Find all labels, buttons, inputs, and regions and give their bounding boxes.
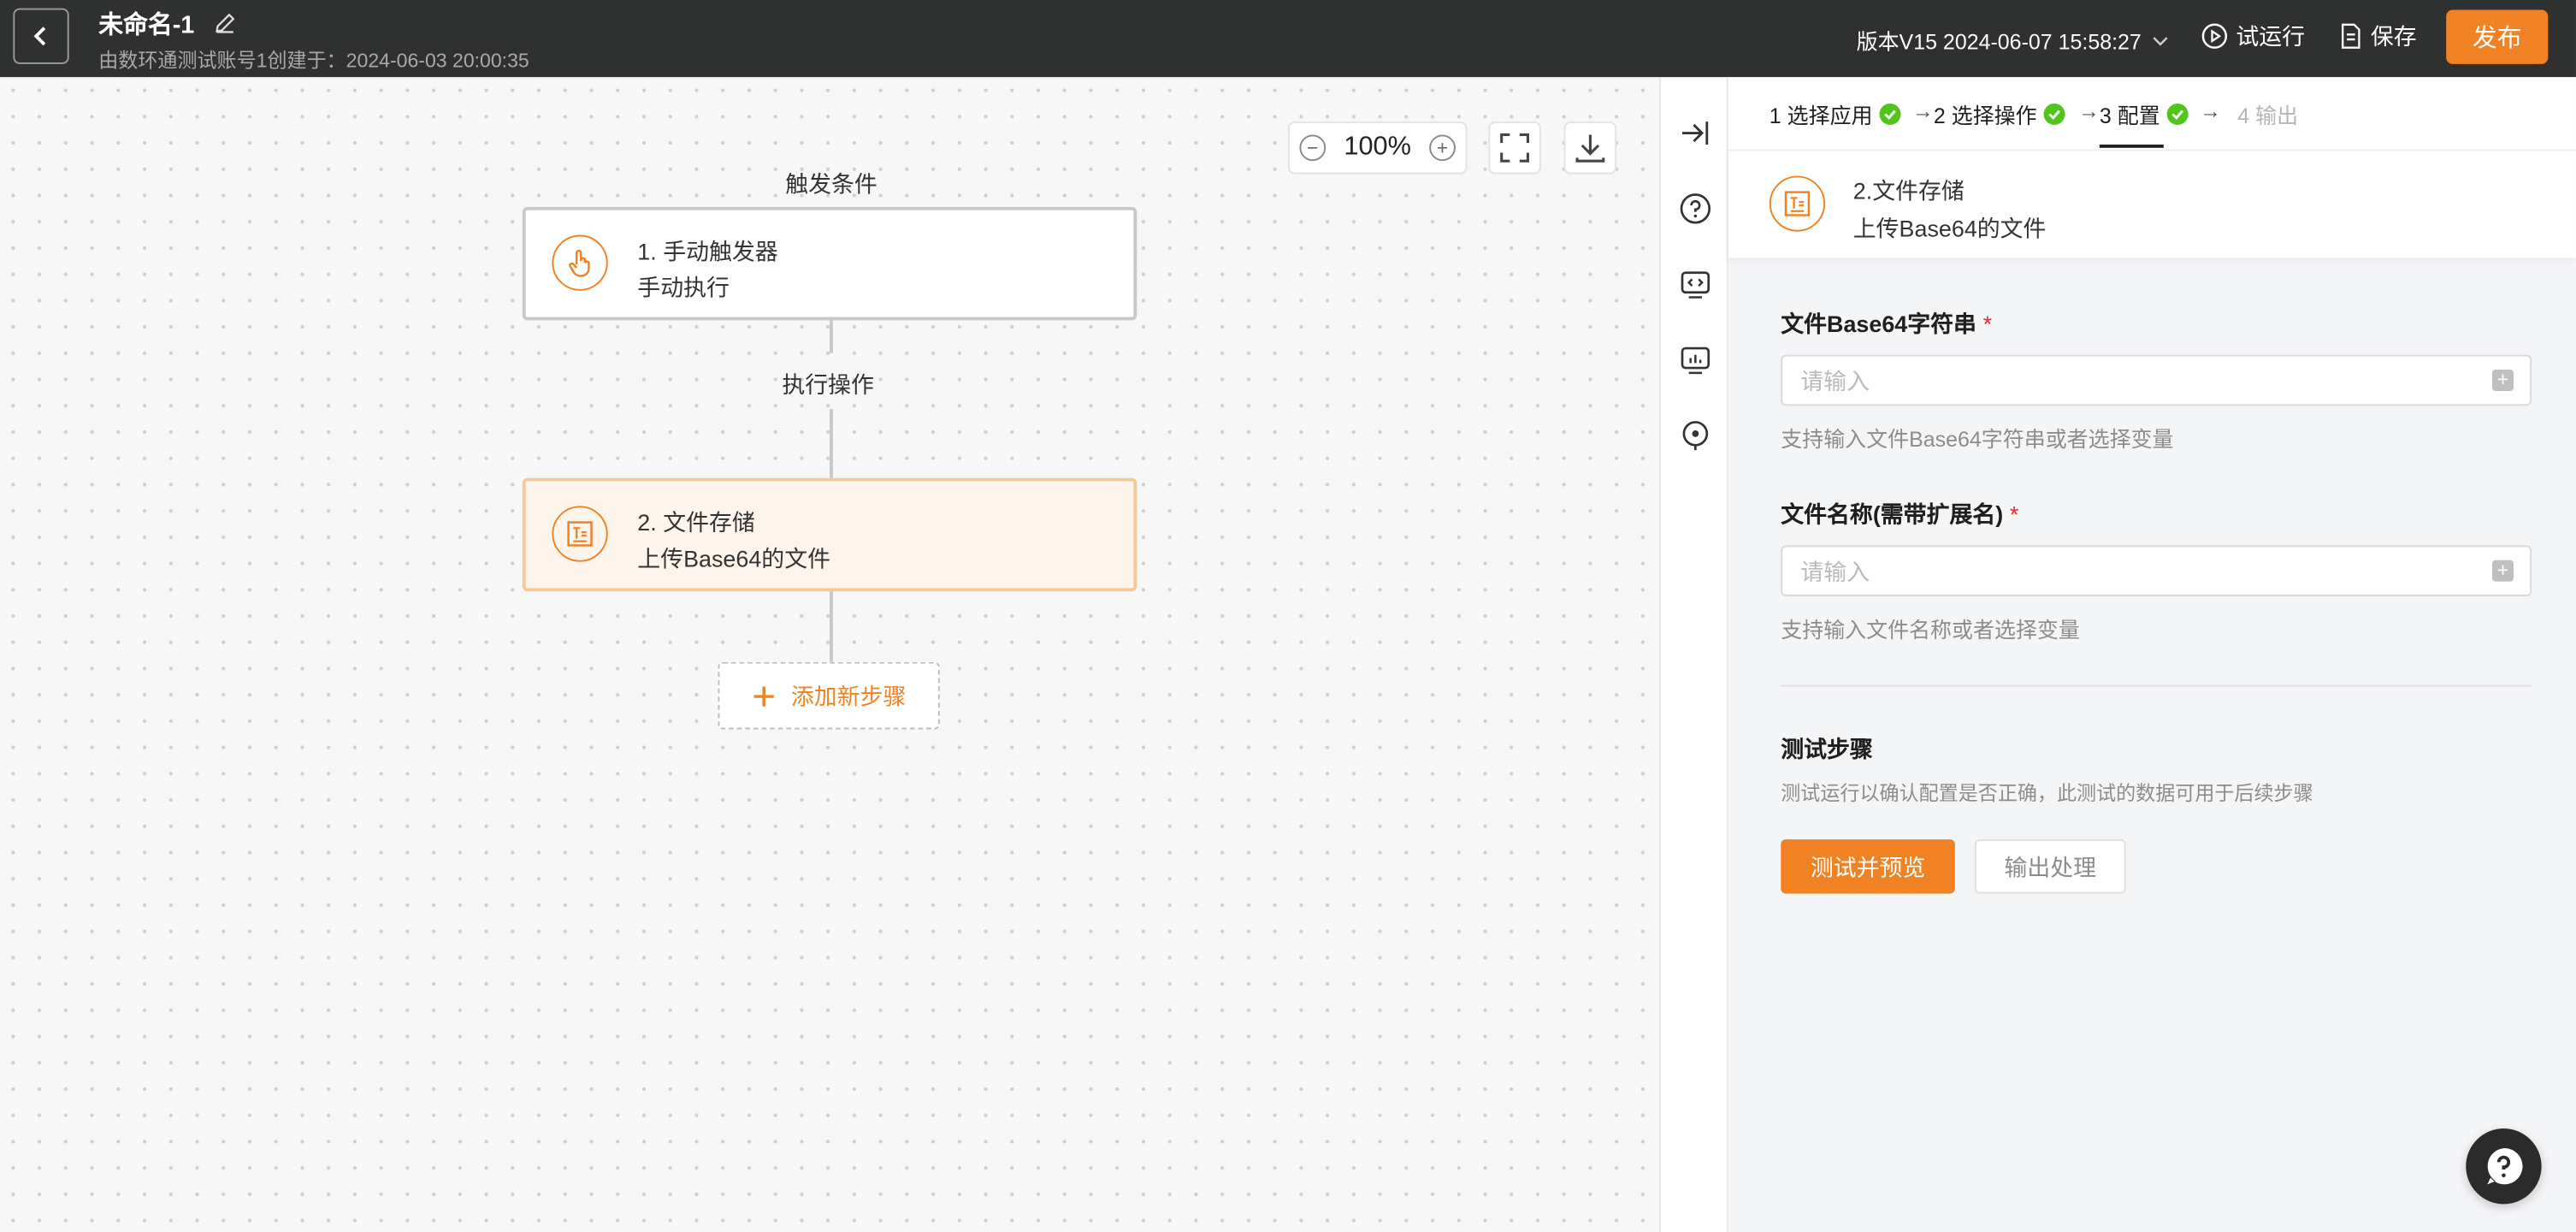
field-label-text: 文件名称(需带扩展名)	[1781, 500, 2004, 528]
check-circle-icon	[2043, 103, 2065, 125]
active-tab-indicator	[2099, 144, 2164, 148]
node-title: 2. 文件存储	[637, 509, 755, 536]
action-section-label: 执行操作	[782, 370, 874, 398]
node-subtitle: 手动执行	[637, 274, 730, 301]
node-subtitle: 上传Base64的文件	[637, 545, 830, 572]
test-preview-button[interactable]: 测试并预览	[1781, 839, 1955, 894]
arrow-right-icon: →	[1911, 98, 1934, 123]
file-text-icon	[1769, 175, 1826, 232]
tab-label: 1 选择应用	[1769, 103, 1873, 128]
field-hint: 支持输入文件名称或者选择变量	[1781, 617, 2080, 643]
collapse-panel-icon[interactable]	[1679, 116, 1711, 149]
field-label-base64: 文件Base64字符串 *	[1781, 307, 1992, 340]
download-button[interactable]	[1563, 121, 1617, 175]
page-title: 未命名-1	[98, 11, 195, 40]
selected-app-card: 2.文件存储 上传Base64的文件	[1728, 149, 2576, 258]
app-subtitle: 上传Base64的文件	[1852, 215, 2047, 242]
trial-run-button[interactable]: 试运行	[2201, 20, 2305, 52]
insert-variable-icon[interactable]: +	[2492, 560, 2514, 582]
output-processing-button[interactable]: 输出处理	[1974, 839, 2126, 894]
input-placeholder: 请输入	[1800, 557, 1870, 584]
save-button[interactable]: 保存	[2339, 20, 2417, 52]
download-icon	[1575, 134, 1605, 163]
help-chat-button[interactable]	[2466, 1128, 2542, 1205]
zoom-level: 100%	[1344, 133, 1411, 162]
insert-variable-icon[interactable]: +	[2492, 369, 2514, 391]
side-toolbar	[1659, 77, 1728, 1232]
check-circle-icon	[2166, 103, 2189, 125]
document-icon	[2342, 23, 2360, 49]
node-title: 1. 手动触发器	[637, 238, 778, 265]
play-circle-icon	[2201, 23, 2228, 49]
top-bar: 未命名-1 由数环通测试账号1创建于：2024-06-03 20:00:35 版…	[0, 0, 2576, 78]
chevron-left-icon	[33, 27, 46, 46]
tab-select-action[interactable]: 2 选择操作	[1934, 98, 2065, 129]
version-selector[interactable]: 版本V15 2024-06-07 15:58:27	[1857, 25, 2171, 56]
arrow-right-icon: →	[2200, 98, 2222, 123]
connector-line	[830, 409, 833, 478]
tab-output[interactable]: 4 输出	[2237, 98, 2298, 129]
help-bubble-icon	[2487, 1148, 2523, 1185]
tab-configure[interactable]: 3 配置	[2099, 98, 2189, 129]
test-section-title: 测试步骤	[1781, 736, 1873, 762]
file-text-icon	[552, 506, 608, 562]
step-tabs: 1 选择应用 → 2 选择操作 → 3 配置 → 4 输出	[1728, 77, 2576, 150]
trigger-section-label: 触发条件	[785, 170, 877, 198]
input-placeholder: 请输入	[1800, 367, 1870, 394]
add-step-button[interactable]: 添加新步骤	[718, 661, 940, 730]
fit-screen-button[interactable]	[1488, 121, 1541, 175]
zoom-control: − 100% +	[1287, 121, 1468, 175]
fullscreen-icon	[1500, 133, 1529, 163]
connector-line	[830, 320, 833, 353]
divider	[1781, 684, 2532, 687]
flow-node-file-storage[interactable]: 2. 文件存储 上传Base64的文件	[522, 477, 1137, 592]
location-icon[interactable]	[1679, 419, 1711, 452]
chart-monitor-icon[interactable]	[1679, 343, 1711, 376]
edit-icon[interactable]	[214, 11, 237, 42]
help-circle-icon[interactable]	[1679, 192, 1711, 225]
zoom-in-button[interactable]: +	[1429, 134, 1456, 162]
base64-input[interactable]: 请输入 +	[1781, 354, 2532, 406]
required-mark: *	[2009, 500, 2019, 528]
flow-canvas[interactable]: − 100% + 触发条件 1. 手动触发器 手动执行 执行操作 2. 文件存储…	[0, 77, 1660, 1232]
version-label: 版本V15 2024-06-07 15:58:27	[1856, 29, 2142, 55]
creator-info: 由数环通测试账号1创建于：2024-06-03 20:00:35	[98, 49, 529, 73]
hand-pointer-icon	[552, 234, 608, 291]
back-button[interactable]	[13, 8, 69, 64]
app-title: 2.文件存储	[1852, 177, 1964, 204]
connector-line	[830, 591, 833, 662]
required-mark: *	[1982, 310, 1993, 337]
config-panel: 1 选择应用 → 2 选择操作 → 3 配置 → 4 输出 2.文件存储 上传B…	[1728, 77, 2576, 1232]
zoom-out-button[interactable]: −	[1299, 134, 1326, 162]
field-label-text: 文件Base64字符串	[1781, 310, 1976, 337]
filename-input[interactable]: 请输入 +	[1781, 545, 2532, 596]
tab-label: 4 输出	[2237, 103, 2299, 128]
tab-label: 3 配置	[2099, 103, 2160, 128]
test-section-desc: 测试运行以确认配置是否正确，此测试的数据可用于后续步骤	[1781, 781, 2313, 805]
trial-run-label: 试运行	[2236, 22, 2306, 50]
save-label: 保存	[2370, 22, 2417, 50]
plus-icon	[753, 685, 773, 706]
add-step-label: 添加新步骤	[790, 682, 907, 709]
check-circle-icon	[1879, 103, 1901, 125]
tab-label: 2 选择操作	[1933, 103, 2037, 128]
field-label-filename: 文件名称(需带扩展名) *	[1781, 498, 2018, 530]
tab-select-app[interactable]: 1 选择应用	[1769, 98, 1901, 129]
field-hint: 支持输入文件Base64字符串或者选择变量	[1781, 427, 2174, 452]
flow-node-trigger[interactable]: 1. 手动触发器 手动执行	[522, 206, 1137, 321]
code-icon[interactable]	[1679, 268, 1711, 300]
chevron-down-icon	[2154, 36, 2169, 45]
publish-button[interactable]: 发布	[2446, 9, 2549, 64]
arrow-right-icon: →	[2077, 98, 2100, 123]
